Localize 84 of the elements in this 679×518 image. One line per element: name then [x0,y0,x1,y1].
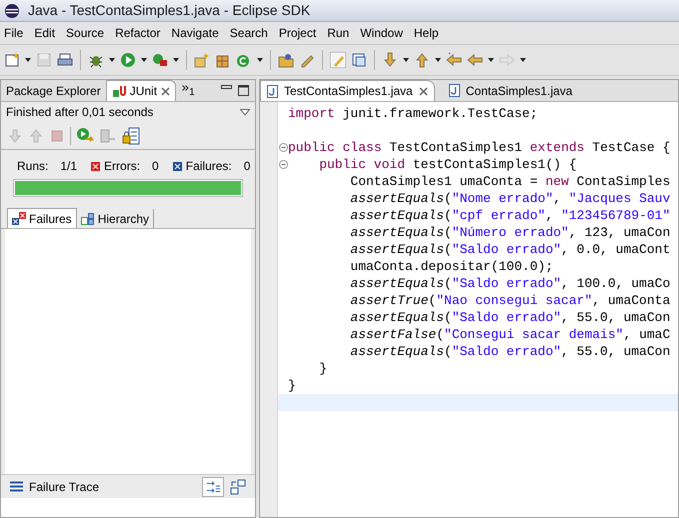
back-icon[interactable] [467,52,483,68]
code-line: } [319,362,327,375]
menu-item[interactable]: Edit [34,24,56,42]
menu-item[interactable]: Project [278,24,316,42]
chevrons-icon[interactable] [182,85,190,91]
junit-icon [112,84,126,98]
compare-icon[interactable] [230,478,246,494]
code-line: assertEquals("Saldo errado", 55.0, umaCon [350,345,670,358]
overflow-tab-indicator[interactable]: 1 [189,88,195,98]
collapse-icon[interactable] [278,143,288,152]
close-icon[interactable] [161,86,170,96]
run-icon[interactable] [120,52,136,68]
code-line: assertTrue("Nao consegui sacar", umaConta [350,294,670,307]
counter-value: 0 [244,158,250,175]
caret-icon[interactable] [488,58,494,62]
menu-item[interactable]: Window [360,24,403,42]
code-line: public class TestContaSimples1 extends TestCase { [288,141,670,154]
counter-value: 1/1 [60,158,78,175]
code-line: public void testContaSimples1() { [319,158,577,171]
counter-value: 0 [152,158,159,175]
code-line: assertEquals("Saldo errado", 100.0, umaCo [350,277,670,290]
code-line: umaConta.depositar(100.0); [350,260,554,273]
menu-item[interactable]: Source [66,24,104,42]
menu-item[interactable]: Help [414,24,439,42]
window-title: Java - TestContaSimples1.java - Eclipse SDK [28,1,310,20]
menu-item[interactable]: Search [230,24,268,42]
folder-icon[interactable] [278,52,294,68]
new-icon[interactable] [4,52,20,68]
code-line: import junit.framework.TestCase; [288,107,538,120]
status-text: Finished after 0,01 seconds [6,104,154,121]
caret-icon[interactable] [520,58,526,62]
menu-item[interactable]: Navigate [171,24,219,42]
hierarchy-icon [80,212,95,226]
menu-item[interactable]: Run [327,24,350,42]
rerun-icon[interactable] [76,126,94,144]
close-icon[interactable] [418,86,428,96]
failure-trace-title: Failure Trace [29,478,100,496]
new-package-icon[interactable] [194,52,210,68]
failure-icon [172,162,182,170]
caret-icon[interactable] [257,58,263,62]
collapse-icon[interactable] [278,160,288,169]
editor-tab[interactable]: TestContaSimples1.java [260,80,435,101]
counter-label: Errors: [104,158,140,175]
scroll-lock-icon[interactable] [122,126,140,144]
code-line: assertEquals("Nome errado", "Jacques Sauv [350,192,670,205]
eclipse-logo-icon [4,2,20,18]
code-line: assertFalse("Consegui sacar demais", umaC [350,328,670,341]
view-menu-icon[interactable] [240,108,250,116]
code-line: } [288,379,296,392]
view-tab[interactable]: Package Explorer [1,80,106,101]
counter-label: Runs: [17,158,48,175]
code-line: assertEquals("Saldo errado", 55.0, umaCon [350,311,670,324]
counter-label: Failures: [186,158,232,175]
code-line: assertEquals("Número errado", 123, umaCon [350,226,670,239]
editor-tab[interactable]: ContaSimples1.java [442,80,578,101]
list-icon [10,481,23,492]
block-icon[interactable] [351,52,367,68]
back-edit-icon[interactable] [446,52,462,68]
previous-annotation-icon[interactable] [414,52,430,68]
print-icon[interactable] [57,52,73,68]
caret-icon[interactable] [173,58,179,62]
error-icon [91,162,100,170]
result-tab[interactable]: Failures [7,208,77,228]
java-file-icon [267,84,278,98]
caret-icon[interactable] [435,58,441,62]
result-tab[interactable]: Hierarchy [76,209,154,228]
code-line: assertEquals("cpf errado", "123456789-01" [350,209,670,222]
code-line: ContaSimples1 umaConta = new ContaSimples [350,175,670,188]
external-tools-icon[interactable] [152,52,168,68]
caret-icon[interactable] [109,58,115,62]
failures-icon [12,212,26,226]
menu-item[interactable]: Refactor [115,24,160,42]
caret-icon[interactable] [403,58,409,62]
java-file-icon [448,84,460,97]
caret-icon[interactable] [141,58,147,62]
next-annotation-icon[interactable] [382,52,398,68]
caret-icon[interactable] [25,58,31,62]
menu-item[interactable]: File [4,24,24,42]
filter-stack-icon[interactable] [202,476,224,496]
view-tab[interactable]: JUnit [106,80,176,101]
new-item-icon[interactable] [236,52,252,68]
maximize-icon[interactable] [238,85,249,96]
code-line: assertEquals("Saldo errado", 0.0, umaCont [350,243,670,256]
highlight-icon[interactable] [330,52,346,68]
